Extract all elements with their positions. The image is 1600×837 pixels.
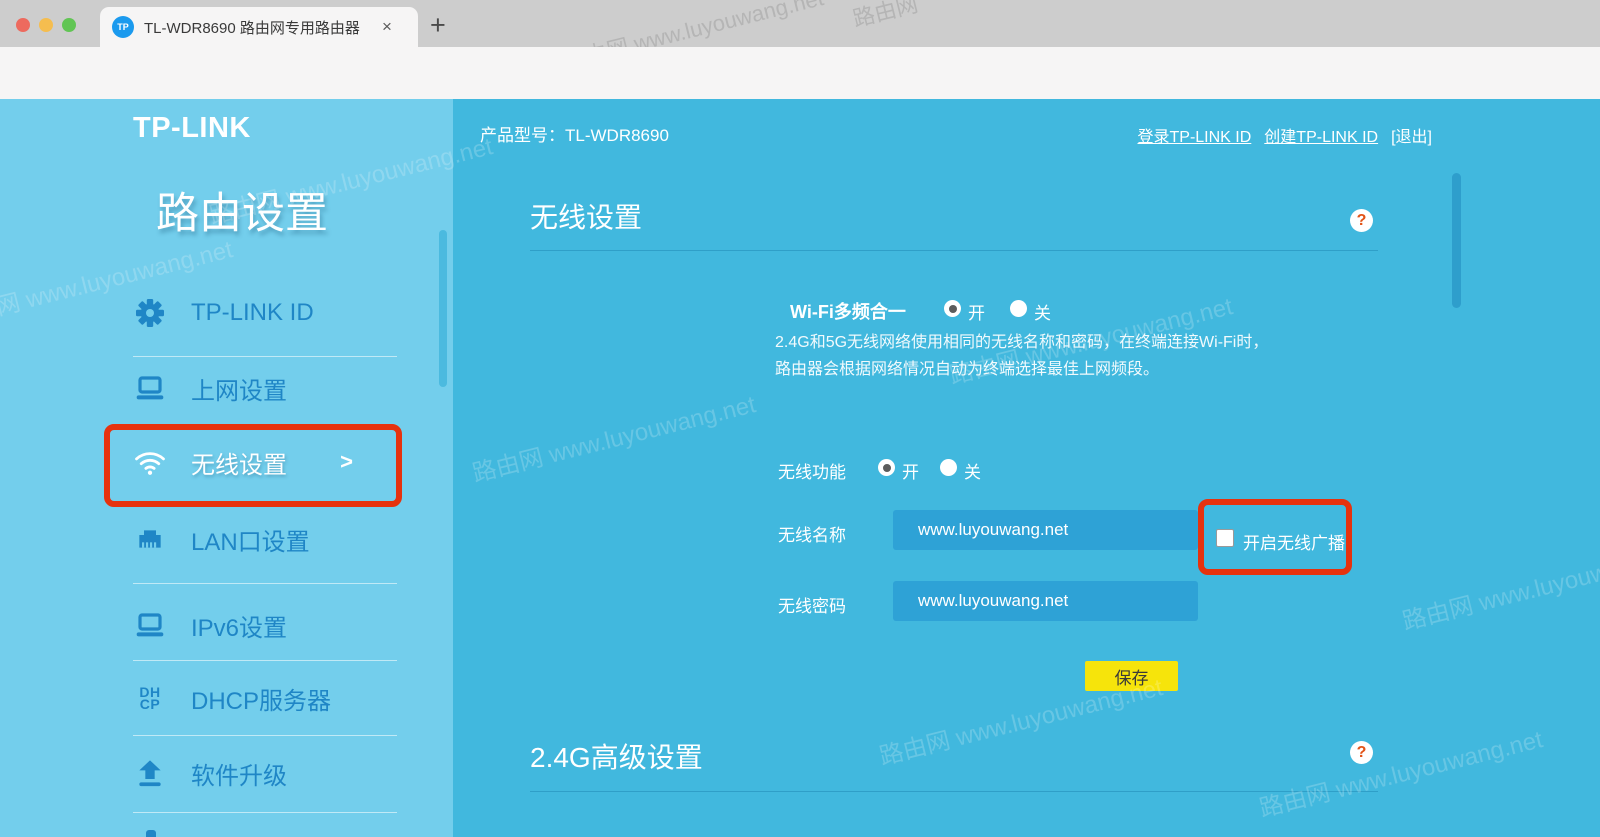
product-model: 产品型号：TL-WDR8690 xyxy=(480,121,669,146)
sidebar-divider xyxy=(133,583,397,584)
sidebar-item-ipv6[interactable]: IPv6设置 xyxy=(133,605,413,645)
ssid-input[interactable] xyxy=(893,510,1198,550)
section-title-advanced: 2.4G高级设置 xyxy=(530,736,703,776)
password-label: 无线密码 xyxy=(778,592,846,617)
function-radio-on-label: 开 xyxy=(902,458,919,483)
sidebar-item-dhcp[interactable]: DHCP DHCP服务器 xyxy=(133,678,413,718)
dhcp-icon: DHCP xyxy=(133,681,167,715)
tab-favicon-icon: TP xyxy=(112,16,134,38)
watermark: 路由网 www.luyouwang.net xyxy=(468,384,759,488)
sidebar-item-lan[interactable]: LAN口设置 xyxy=(133,519,413,559)
multiband-radio-off-label: 关 xyxy=(1034,299,1051,324)
multiband-radio-on-label: 开 xyxy=(968,299,985,324)
laptop-icon xyxy=(133,608,167,642)
annotation-box-broadcast xyxy=(1198,499,1352,575)
wireless-function-label: 无线功能 xyxy=(778,458,846,483)
section-divider xyxy=(530,791,1378,792)
sidebar-divider xyxy=(133,356,397,357)
multiband-description: 2.4G和5G无线网络使用相同的无线名称和密码，在终端连接Wi-Fi时，路由器会… xyxy=(775,329,1268,383)
sidebar-divider xyxy=(133,812,397,813)
password-input[interactable] xyxy=(893,581,1198,621)
multiband-radio-off[interactable] xyxy=(1010,300,1027,317)
watermark: 路由网 www.luyouwang.net xyxy=(1398,532,1600,636)
ethernet-port-icon xyxy=(133,522,167,556)
annotation-box-wireless-menu xyxy=(104,424,402,507)
sidebar-partial-icon xyxy=(146,830,156,837)
browser-window: TP TL-WDR8690 路由网专用路由器 × + 路由网 www.luyou… xyxy=(0,0,1600,837)
save-button[interactable]: 保存 xyxy=(1085,661,1178,691)
function-radio-off[interactable] xyxy=(940,459,957,476)
content-scrollbar[interactable] xyxy=(1452,173,1461,308)
upgrade-arrow-icon xyxy=(133,756,167,790)
browser-toolbar: 不安全 tplogin.cn 登录 xyxy=(0,47,1600,99)
sidebar-item-tplink-id[interactable]: TP-LINK ID xyxy=(133,293,413,333)
sidebar-item-label: LAN口设置 xyxy=(191,522,310,557)
gear-icon xyxy=(133,296,167,330)
function-radio-on[interactable] xyxy=(878,459,895,476)
sidebar-scrollbar[interactable] xyxy=(439,230,447,387)
watermark: 路由网 xyxy=(849,0,921,34)
function-radio-off-label: 关 xyxy=(964,458,981,483)
sidebar-item-label: TP-LINK ID xyxy=(191,299,314,327)
tab-strip: TP TL-WDR8690 路由网专用路由器 × + 路由网 www.luyou… xyxy=(0,0,1600,47)
sidebar-item-upgrade[interactable]: 软件升级 xyxy=(133,753,413,793)
multiband-radio-on[interactable] xyxy=(944,300,961,317)
laptop-icon xyxy=(133,371,167,405)
sidebar-item-label: 上网设置 xyxy=(191,371,287,406)
new-tab-button[interactable]: + xyxy=(430,10,446,41)
tab-title: TL-WDR8690 路由网专用路由器 xyxy=(144,17,376,38)
mac-close-button[interactable] xyxy=(16,18,30,32)
mac-maximize-button[interactable] xyxy=(62,18,76,32)
sidebar-divider xyxy=(133,735,397,736)
account-links: 登录TP-LINK ID 创建TP-LINK ID [退出] xyxy=(1138,123,1433,147)
help-icon[interactable]: ? xyxy=(1350,741,1373,764)
help-icon[interactable]: ? xyxy=(1350,209,1373,232)
tab-close-icon[interactable]: × xyxy=(382,17,392,37)
browser-tab[interactable]: TP TL-WDR8690 路由网专用路由器 × xyxy=(100,7,418,47)
section-title-wireless: 无线设置 xyxy=(530,196,642,236)
router-admin-page: TP-LINK 路由设置 TP-LINK ID xyxy=(0,99,1600,837)
sidebar-item-label: IPv6设置 xyxy=(191,608,287,643)
sidebar-item-label: DHCP服务器 xyxy=(191,681,331,716)
mac-minimize-button[interactable] xyxy=(39,18,53,32)
create-tplink-id-link[interactable]: 创建TP-LINK ID xyxy=(1264,123,1378,147)
watermark: 路由网 www.luyouwang.net xyxy=(1255,719,1546,823)
ssid-label: 无线名称 xyxy=(778,521,846,546)
sidebar-divider xyxy=(133,660,397,661)
logout-link[interactable]: [退出] xyxy=(1391,123,1432,147)
multiband-label: Wi-Fi多频合一 xyxy=(790,298,906,324)
sidebar-item-label: 软件升级 xyxy=(191,756,287,791)
tplink-logo: TP-LINK xyxy=(133,112,251,145)
sidebar-item-internet[interactable]: 上网设置 xyxy=(133,368,413,408)
section-divider xyxy=(530,250,1378,251)
sidebar-title: 路由设置 xyxy=(156,179,328,241)
login-tplink-id-link[interactable]: 登录TP-LINK ID xyxy=(1138,123,1252,147)
